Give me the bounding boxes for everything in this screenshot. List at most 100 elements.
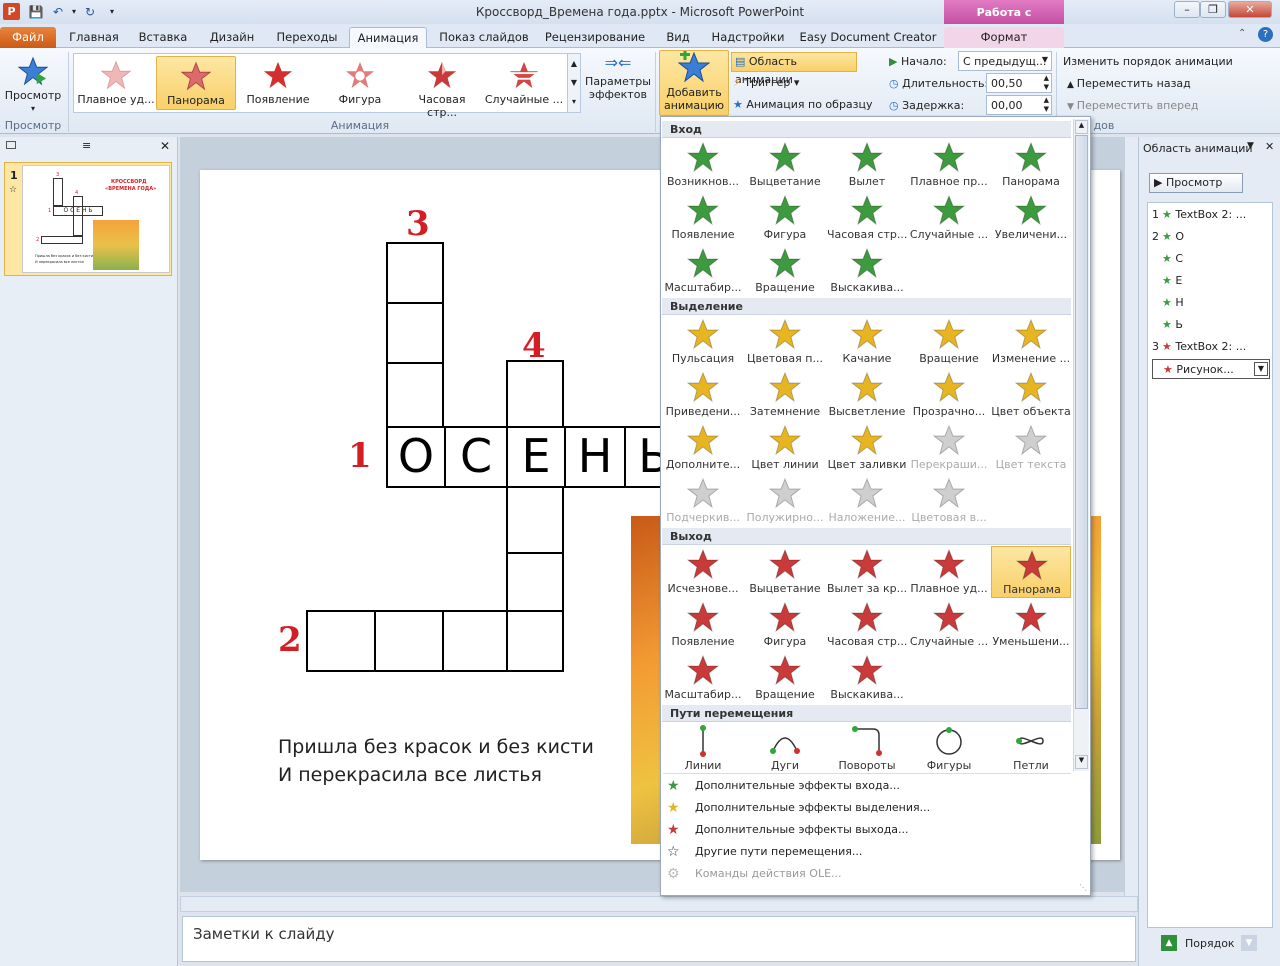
crossword-cell[interactable] bbox=[506, 360, 564, 428]
entrance-effect[interactable]: Выцветание bbox=[745, 139, 825, 191]
tab-easy-document-creator[interactable]: Easy Document Creator bbox=[798, 27, 938, 48]
animation-item[interactable]: ★ Е bbox=[1152, 271, 1270, 291]
emphasis-effect[interactable]: Приведени... bbox=[663, 369, 743, 421]
start-select[interactable]: С предыдущ... ▼ bbox=[958, 51, 1052, 71]
restore-button[interactable]: ❐ bbox=[1200, 1, 1226, 18]
exit-effect[interactable]: Исчезнове... bbox=[663, 546, 743, 598]
entrance-effect[interactable]: Появление bbox=[663, 192, 743, 244]
tab-slideshow[interactable]: Показ слайдов bbox=[436, 27, 532, 48]
exit-effect[interactable]: Плавное уд... bbox=[909, 546, 989, 598]
exit-effect[interactable]: Выцветание bbox=[745, 546, 825, 598]
close-window-button[interactable]: ✕ bbox=[1228, 1, 1272, 18]
animation-item[interactable]: ★ С bbox=[1152, 249, 1270, 269]
move-down-icon[interactable]: ▼ bbox=[1241, 935, 1257, 951]
entrance-effect[interactable]: Случайные ... bbox=[909, 192, 989, 244]
entrance-effect[interactable]: Возникнов... bbox=[663, 139, 743, 191]
riddle-line-2[interactable]: И перекрасила все листья bbox=[278, 764, 542, 786]
emphasis-effect[interactable]: Изменение ... bbox=[991, 316, 1071, 368]
add-animation-button[interactable]: Добавить анимацию bbox=[659, 50, 729, 116]
close-pane-icon[interactable]: ✕ bbox=[1265, 140, 1274, 153]
move-up-icon[interactable]: ▲ bbox=[1161, 935, 1177, 951]
emphasis-effect[interactable]: Цвет объекта bbox=[991, 369, 1071, 421]
move-later-button[interactable]: ▼ Переместить вперед bbox=[1067, 99, 1198, 112]
emphasis-effect[interactable]: Пульсация bbox=[663, 316, 743, 368]
entrance-effect[interactable]: Фигура bbox=[745, 192, 825, 244]
tab-insert[interactable]: Вставка bbox=[132, 27, 194, 48]
scroll-thumb[interactable] bbox=[1075, 135, 1088, 709]
tab-animations[interactable]: Анимация bbox=[349, 27, 427, 48]
motion-path-effect[interactable]: Повороты bbox=[827, 723, 907, 775]
entrance-effect[interactable]: Выскакива... bbox=[827, 245, 907, 297]
emphasis-effect[interactable]: Цвет линии bbox=[745, 422, 825, 474]
emphasis-effect[interactable]: Высветление bbox=[827, 369, 907, 421]
trigger-button[interactable]: ⚡ Триггер ▾ bbox=[733, 76, 853, 92]
tab-review[interactable]: Рецензирование bbox=[540, 27, 650, 48]
exit-effect[interactable]: Фигура bbox=[745, 599, 825, 651]
animation-item-selected[interactable]: ★ Рисунок... ▼ bbox=[1152, 359, 1270, 379]
crossword-cell[interactable] bbox=[506, 552, 564, 612]
gallery-item-fade-out[interactable]: Плавное уд... bbox=[76, 56, 156, 110]
scroll-up-icon[interactable]: ▲ bbox=[1075, 120, 1088, 134]
animation-item[interactable]: 3 ★ TextBox 2: ... bbox=[1152, 337, 1270, 357]
emphasis-effect[interactable]: Цвет заливки bbox=[827, 422, 907, 474]
gallery-item-wheel[interactable]: Часовая стр... bbox=[402, 56, 482, 119]
entrance-effect[interactable]: Вращение bbox=[745, 245, 825, 297]
vertical-scrollbar[interactable] bbox=[1124, 137, 1138, 896]
gallery-item-random-bars[interactable]: Случайные ... bbox=[484, 56, 564, 110]
entrance-effect[interactable]: Часовая стр... bbox=[827, 192, 907, 244]
minimize-ribbon-icon[interactable]: ⌃ bbox=[1238, 28, 1246, 39]
duration-input[interactable]: 00,50 ▲ ▼ bbox=[986, 73, 1052, 93]
tab-format[interactable]: Формат bbox=[944, 27, 1064, 48]
preview-button[interactable]: Просмотр ▾ bbox=[4, 54, 62, 114]
animation-item[interactable]: 1 ★ TextBox 2: ... bbox=[1152, 205, 1270, 225]
exit-effect[interactable]: Случайные ... bbox=[909, 599, 989, 651]
exit-effect[interactable]: Масштабир... bbox=[663, 652, 743, 704]
emphasis-effect[interactable]: Дополните... bbox=[663, 422, 743, 474]
outline-tab-icon[interactable]: ≡ bbox=[82, 139, 91, 152]
emphasis-effect[interactable]: Вращение bbox=[909, 316, 989, 368]
move-earlier-button[interactable]: ▲ Переместить назад bbox=[1067, 77, 1191, 90]
effect-options-button[interactable]: ⇒⇐ Параметры эффектов bbox=[584, 55, 652, 114]
gallery-item-pan[interactable]: Панорама bbox=[156, 56, 236, 110]
delay-input[interactable]: 00,00 ▲ ▼ bbox=[986, 95, 1052, 115]
gallery-item-appear[interactable]: Появление bbox=[238, 56, 318, 110]
more-entrance-effects[interactable]: ★ Дополнительные эффекты входа... bbox=[667, 776, 1075, 796]
spinner-icon[interactable]: ▲ ▼ bbox=[1044, 96, 1049, 114]
scroll-down-icon[interactable]: ▼ bbox=[1075, 755, 1088, 769]
resize-grip-icon[interactable]: ⋱ bbox=[1079, 883, 1087, 892]
crossword-cell[interactable] bbox=[442, 610, 508, 672]
pane-options-icon[interactable]: ▼ bbox=[1247, 141, 1254, 151]
emphasis-effect[interactable]: Затемнение bbox=[745, 369, 825, 421]
motion-path-effect[interactable]: Фигуры bbox=[909, 723, 989, 775]
horizontal-scrollbar[interactable] bbox=[180, 896, 1138, 912]
more-motion-paths[interactable]: ☆ Другие пути перемещения... bbox=[667, 842, 1075, 862]
exit-effect[interactable]: Уменьшени... bbox=[991, 599, 1071, 651]
exit-effect[interactable]: Вращение bbox=[745, 652, 825, 704]
crossword-cell[interactable] bbox=[386, 302, 444, 364]
dropdown-scrollbar[interactable]: ▲ ▼ bbox=[1073, 119, 1089, 771]
tab-view[interactable]: Вид bbox=[658, 27, 698, 48]
gallery-item-shape[interactable]: Фигура bbox=[320, 56, 400, 110]
entrance-effect[interactable]: Масштабир... bbox=[663, 245, 743, 297]
crossword-cell[interactable] bbox=[386, 242, 444, 304]
spinner-icon[interactable]: ▲ ▼ bbox=[1044, 74, 1049, 92]
entrance-effect[interactable]: Панорама bbox=[991, 139, 1071, 191]
crossword-cell[interactable] bbox=[374, 610, 444, 672]
close-pane-icon[interactable]: ✕ bbox=[160, 139, 170, 153]
exit-effect[interactable]: Появление bbox=[663, 599, 743, 651]
notes-pane[interactable]: Заметки к слайду bbox=[182, 916, 1136, 962]
exit-effect[interactable]: Панорама bbox=[991, 546, 1071, 598]
tab-design[interactable]: Дизайн bbox=[200, 27, 264, 48]
entrance-effect[interactable]: Увеличени... bbox=[991, 192, 1071, 244]
tab-transitions[interactable]: Переходы bbox=[272, 27, 342, 48]
motion-path-effect[interactable]: Линии bbox=[663, 723, 743, 775]
scroll-up-icon[interactable]: ▲ bbox=[568, 54, 580, 73]
crossword-cell[interactable] bbox=[306, 610, 376, 672]
scroll-down-icon[interactable]: ▼ bbox=[568, 73, 580, 92]
crossword-cell[interactable] bbox=[506, 610, 564, 672]
exit-effect[interactable]: Выскакива... bbox=[827, 652, 907, 704]
tab-home[interactable]: Главная bbox=[64, 27, 124, 48]
riddle-line-1[interactable]: Пришла без красок и без кисти bbox=[278, 736, 594, 758]
animation-pane-button[interactable]: ▤ Область анимации bbox=[731, 52, 857, 86]
item-dropdown-icon[interactable]: ▼ bbox=[1254, 362, 1268, 376]
